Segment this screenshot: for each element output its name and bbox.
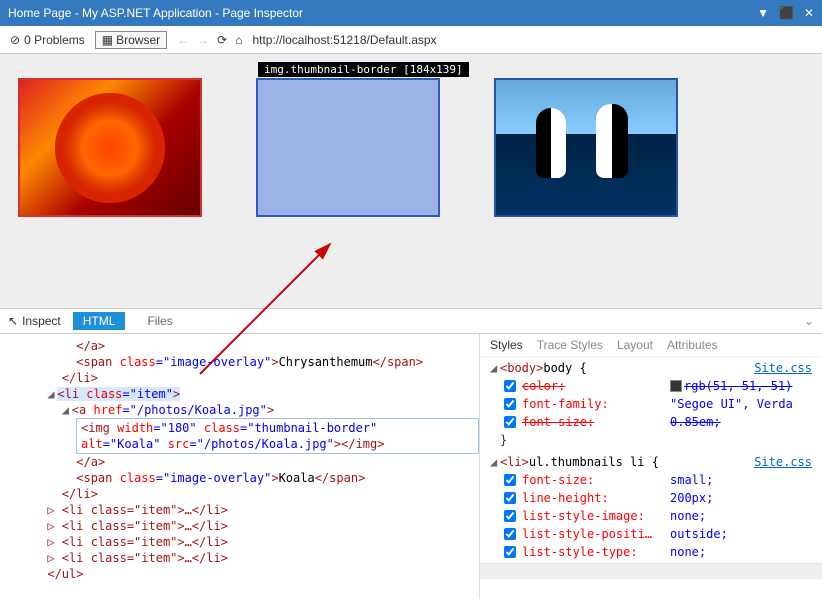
horizontal-scrollbar[interactable]	[480, 563, 822, 579]
thumbnail-chrysanthemum[interactable]	[18, 78, 202, 217]
html-line: </a>	[4, 455, 105, 469]
css-rule-body: ◢<body> body {Site.css color:rgb(51, 51,…	[480, 357, 822, 451]
close-icon[interactable]: ✕	[804, 0, 814, 26]
expand-triangle[interactable]: ◢	[62, 402, 72, 418]
inspector-bar: ↖ Inspect HTML Files ⌄	[0, 308, 822, 334]
tab-layout[interactable]: Layout	[617, 338, 653, 352]
html-line: </li>	[4, 487, 98, 501]
page-preview: img.thumbnail-border [184x139]	[0, 54, 822, 308]
styles-tabs: Styles Trace Styles Layout Attributes	[480, 334, 822, 357]
dropdown-icon[interactable]: ▼	[757, 0, 769, 26]
collapsed-li[interactable]: ▷ <li class="item">…</li>	[4, 535, 228, 549]
prop-toggle[interactable]	[504, 492, 516, 504]
thumbnails-row: img.thumbnail-border [184x139]	[18, 78, 804, 217]
prop-toggle[interactable]	[504, 546, 516, 558]
selected-li[interactable]: <li class="item">	[57, 387, 180, 401]
html-line: </a>	[4, 339, 105, 353]
home-icon[interactable]: ⌂	[235, 33, 242, 47]
nav-icons: ← → ⟳ ⌂	[177, 33, 242, 47]
inspect-cursor-icon: ↖	[8, 314, 18, 328]
problems-text: 0 Problems	[24, 33, 85, 47]
tab-attributes[interactable]: Attributes	[667, 338, 718, 352]
forward-icon[interactable]: →	[197, 33, 209, 47]
problems-indicator[interactable]: ⊘ 0 Problems	[6, 32, 89, 48]
expand-triangle[interactable]: ◢	[490, 359, 500, 377]
problems-icon: ⊘	[10, 33, 20, 47]
source-link[interactable]: Site.css	[754, 453, 812, 471]
prop-toggle[interactable]	[504, 380, 516, 392]
inspect-button[interactable]: ↖ Inspect	[8, 314, 61, 328]
prop-toggle[interactable]	[504, 510, 516, 522]
tab-styles[interactable]: Styles	[490, 338, 523, 352]
url-display[interactable]: http://localhost:51218/Default.aspx	[252, 33, 436, 47]
color-swatch[interactable]	[670, 380, 682, 392]
prop-toggle[interactable]	[504, 398, 516, 410]
prop-toggle[interactable]	[504, 474, 516, 486]
css-rule-li: ◢<li> ul.thumbnails li {Site.css font-si…	[480, 451, 822, 563]
back-icon[interactable]: ←	[177, 33, 189, 47]
expand-triangle[interactable]: ◢	[47, 386, 57, 402]
refresh-icon[interactable]: ⟳	[217, 33, 227, 47]
window-controls: ▼ ⬛ ✕	[757, 0, 814, 26]
chevron-down-icon[interactable]: ⌄	[804, 314, 814, 328]
tab-html[interactable]: HTML	[73, 312, 126, 330]
tab-trace-styles[interactable]: Trace Styles	[537, 338, 603, 352]
prop-toggle[interactable]	[504, 416, 516, 428]
source-link[interactable]: Site.css	[754, 359, 812, 377]
tab-files[interactable]: Files	[137, 312, 182, 330]
html-line: </li>	[4, 371, 98, 385]
styles-panel: Styles Trace Styles Layout Attributes ◢<…	[480, 334, 822, 599]
browser-icon: ▦	[102, 33, 113, 47]
prop-toggle[interactable]	[504, 528, 516, 540]
selected-img-node[interactable]: <img width="180" class="thumbnail-border…	[76, 418, 479, 454]
thumbnail-koala-selected[interactable]: img.thumbnail-border [184x139]	[256, 78, 440, 217]
collapsed-li[interactable]: ▷ <li class="item">…</li>	[4, 519, 228, 533]
browser-label: Browser	[116, 33, 160, 47]
expand-triangle[interactable]: ◢	[490, 453, 500, 471]
collapsed-li[interactable]: ▷ <li class="item">…</li>	[4, 551, 228, 565]
html-tree-panel[interactable]: </a> <span class="image-overlay">Chrysan…	[0, 334, 480, 599]
browser-button[interactable]: ▦ Browser	[95, 31, 167, 49]
titlebar: Home Page - My ASP.NET Application - Pag…	[0, 0, 822, 26]
pin-icon[interactable]: ⬛	[779, 0, 794, 26]
window-title: Home Page - My ASP.NET Application - Pag…	[8, 0, 303, 26]
toolbar: ⊘ 0 Problems ▦ Browser ← → ⟳ ⌂ http://lo…	[0, 26, 822, 54]
inspect-label: Inspect	[22, 314, 61, 328]
element-selector-tooltip: img.thumbnail-border [184x139]	[258, 62, 469, 77]
thumbnail-penguins[interactable]	[494, 78, 678, 217]
inspector-panels: </a> <span class="image-overlay">Chrysan…	[0, 334, 822, 599]
collapsed-li[interactable]: ▷ <li class="item">…</li>	[4, 503, 228, 517]
html-line: </ul>	[4, 567, 83, 581]
